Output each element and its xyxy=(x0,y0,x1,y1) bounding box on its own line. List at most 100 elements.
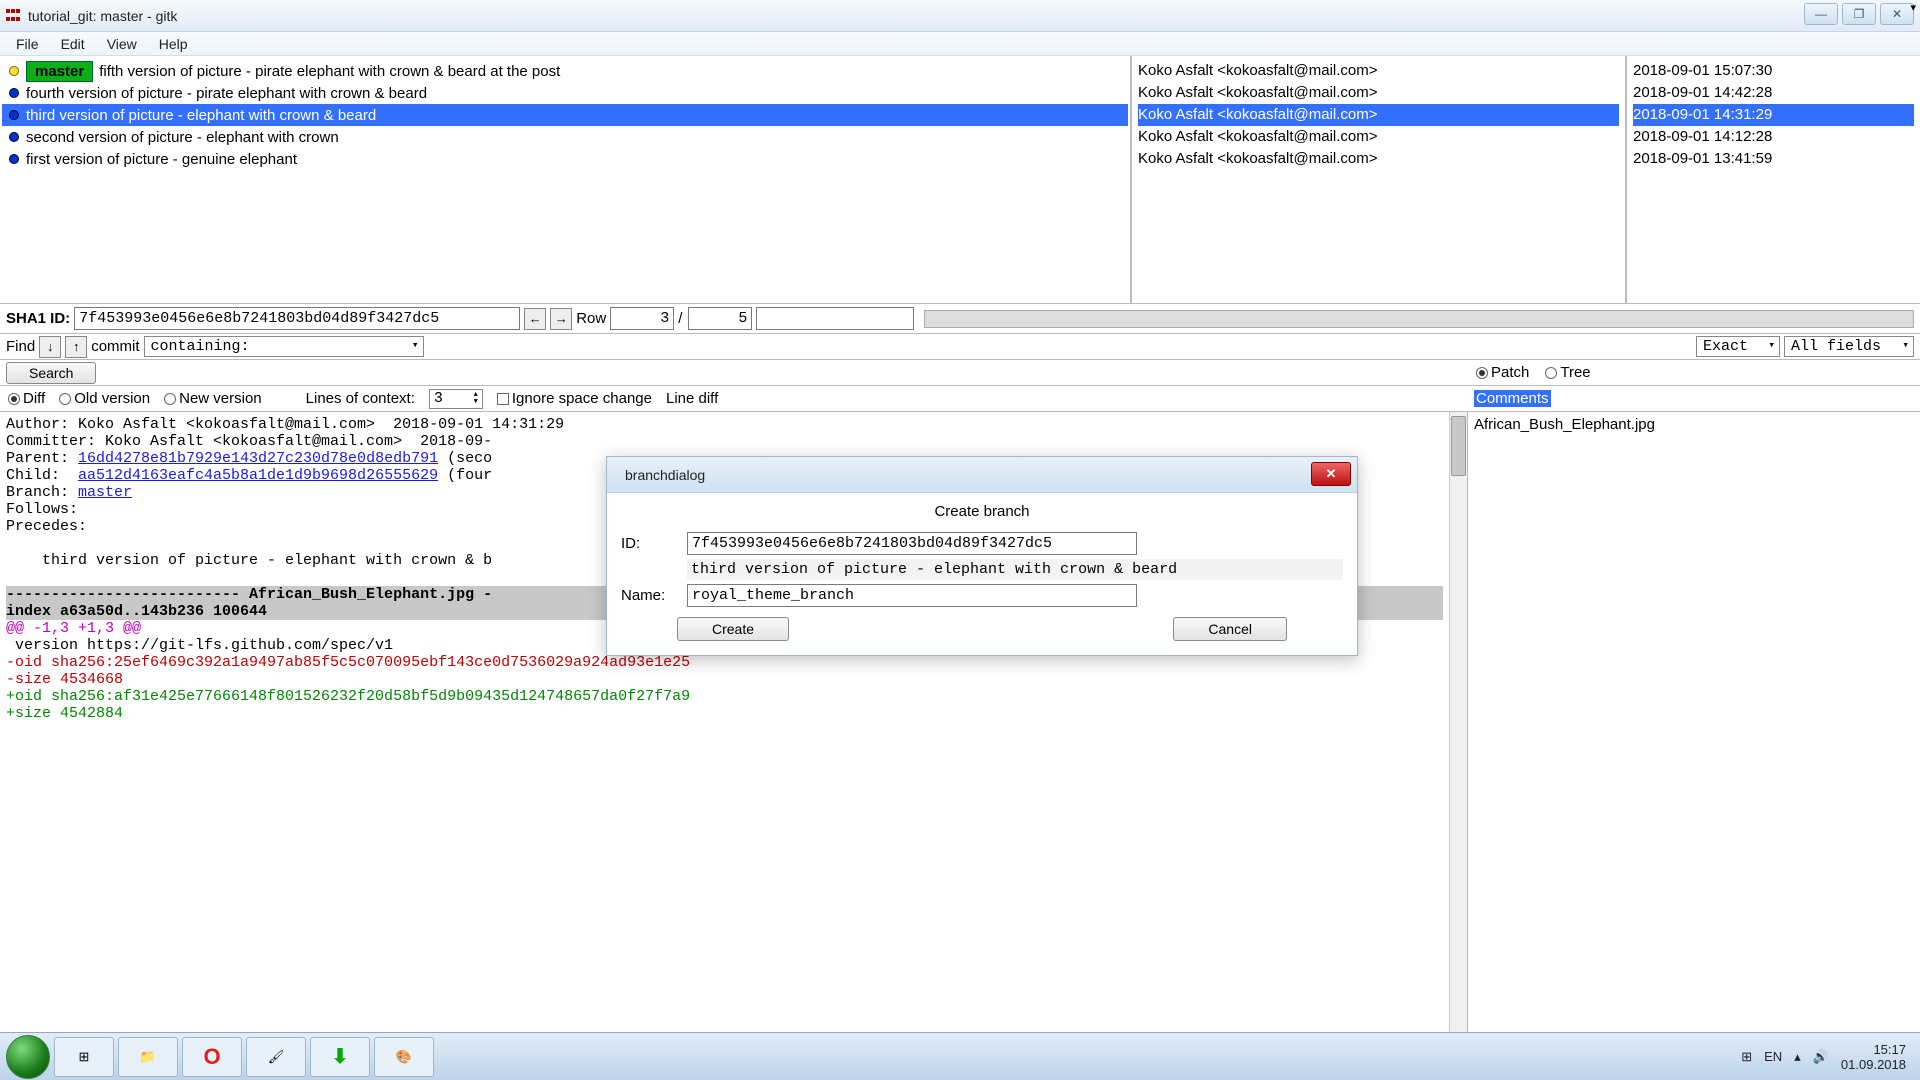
files-list[interactable]: African_Bush_Elephant.jpg xyxy=(1468,412,1920,437)
commit-date[interactable]: 2018-09-01 14:31:29 xyxy=(1633,104,1914,126)
sha-filler-bar xyxy=(924,310,1914,328)
radio-old-version[interactable]: Old version xyxy=(59,390,150,407)
parent-link[interactable]: 16dd4278e81b7929e143d27c230d78e0d8edb791 xyxy=(78,450,438,467)
row-label: Row xyxy=(576,310,606,327)
commit-date[interactable]: 2018-09-01 14:42:28 xyxy=(1633,82,1914,104)
tray-chevron-icon[interactable]: ▴ xyxy=(1794,1049,1801,1065)
find-next-button[interactable]: ↓ xyxy=(39,336,61,358)
context-spinner[interactable]: 3 ▲▼ xyxy=(429,389,483,409)
minimize-button[interactable]: — xyxy=(1804,3,1838,25)
tray-lang[interactable]: EN xyxy=(1764,1049,1782,1064)
titlebar: tutorial_git: master - gitk — ❐ ✕ xyxy=(0,0,1920,32)
commit-graph-pane[interactable]: masterfifth version of picture - pirate … xyxy=(0,56,1132,303)
file-item[interactable]: African_Bush_Elephant.jpg xyxy=(1474,416,1914,433)
commit-panes: masterfifth version of picture - pirate … xyxy=(0,56,1920,304)
commit-date[interactable]: 2018-09-01 15:07:30 xyxy=(1633,60,1914,82)
diff-vscroll[interactable] xyxy=(1449,412,1467,1048)
dialog-titlebar[interactable]: branchdialog ✕ xyxy=(607,457,1357,493)
maximize-button[interactable]: ❐ xyxy=(1842,3,1876,25)
tray-grid-icon[interactable]: ⊞ xyxy=(1741,1049,1752,1065)
radio-tree[interactable]: Tree xyxy=(1545,364,1590,381)
commit-author[interactable]: Koko Asfalt <kokoasfalt@mail.com> xyxy=(1138,104,1619,126)
tray-clock[interactable]: 15:17 01.09.2018 xyxy=(1841,1042,1906,1072)
tray-volume-icon[interactable]: 🔊 xyxy=(1813,1049,1829,1065)
prev-commit-button[interactable]: ← xyxy=(524,308,546,330)
find-prev-button[interactable]: ↑ xyxy=(65,336,87,358)
commit-row[interactable]: first version of picture - genuine eleph… xyxy=(2,148,1128,170)
commit-dot-icon xyxy=(9,110,19,120)
commit-author[interactable]: Koko Asfalt <kokoasfalt@mail.com> xyxy=(1138,82,1619,104)
dialog-id-label: ID: xyxy=(621,535,677,552)
commit-row[interactable]: second version of picture - elephant wit… xyxy=(2,126,1128,148)
commit-dot-icon xyxy=(9,132,19,142)
files-tabs: Patch Tree xyxy=(1468,360,1920,386)
commit-author-pane[interactable]: Koko Asfalt <kokoasfalt@mail.com>Koko As… xyxy=(1132,56,1627,303)
row-current-input[interactable] xyxy=(610,307,674,330)
commit-dot-icon xyxy=(9,88,19,98)
task-git-icon[interactable]: ⬇ xyxy=(310,1037,370,1077)
commit-author[interactable]: Koko Asfalt <kokoasfalt@mail.com> xyxy=(1138,60,1619,82)
search-button[interactable]: Search xyxy=(6,362,96,384)
commit-message: second version of picture - elephant wit… xyxy=(26,129,339,146)
files-pane: African_Bush_Elephant.jpg xyxy=(1468,412,1920,1048)
search-row: Search xyxy=(0,360,1468,386)
find-fields-combo[interactable]: All fields xyxy=(1784,336,1914,357)
line-diff-combo[interactable]: Line diff xyxy=(666,390,814,407)
dialog-close-button[interactable]: ✕ xyxy=(1311,462,1351,486)
menu-edit[interactable]: Edit xyxy=(51,34,95,54)
row-total-input[interactable] xyxy=(688,307,752,330)
sha-label: SHA1 ID: xyxy=(6,310,70,327)
dialog-name-label: Name: xyxy=(621,587,677,604)
dialog-title-text: branchdialog xyxy=(625,467,705,483)
menu-view[interactable]: View xyxy=(97,34,147,54)
context-label: Lines of context: xyxy=(306,390,415,407)
menu-help[interactable]: Help xyxy=(149,34,198,54)
dialog-id-input[interactable] xyxy=(687,532,1137,555)
branch-link[interactable]: master xyxy=(78,484,132,501)
commit-dot-icon xyxy=(9,66,19,76)
task-explorer-icon[interactable]: 📁 xyxy=(118,1037,178,1077)
check-ignore-space[interactable]: Ignore space change xyxy=(497,390,652,407)
radio-diff[interactable]: Diff xyxy=(8,390,45,407)
find-label: Find xyxy=(6,338,35,355)
commit-author[interactable]: Koko Asfalt <kokoasfalt@mail.com> xyxy=(1138,126,1619,148)
commit-author[interactable]: Koko Asfalt <kokoasfalt@mail.com> xyxy=(1138,148,1619,170)
commit-message: fourth version of picture - pirate eleph… xyxy=(26,85,427,102)
task-grid-icon[interactable]: ⊞ xyxy=(54,1037,114,1077)
child-link[interactable]: aa512d4163eafc4a5b8a1de1d9b9698d26555629 xyxy=(78,467,438,484)
window-controls: — ❐ ✕ xyxy=(1804,3,1914,25)
menu-file[interactable]: File xyxy=(6,34,49,54)
commit-date[interactable]: 2018-09-01 14:12:28 xyxy=(1633,126,1914,148)
gitk-icon xyxy=(6,8,22,24)
menubar: File Edit View Help xyxy=(0,32,1920,56)
commit-date[interactable]: 2018-09-01 13:41:59 xyxy=(1633,148,1914,170)
task-paint-icon[interactable]: 🎨 xyxy=(374,1037,434,1077)
row-extra-input[interactable] xyxy=(756,307,914,330)
task-editor-icon[interactable]: 🖌 xyxy=(246,1037,306,1077)
start-button[interactable] xyxy=(6,1035,50,1079)
commit-message: first version of picture - genuine eleph… xyxy=(26,151,297,168)
find-mode: commit xyxy=(91,338,139,355)
commit-row[interactable]: third version of picture - elephant with… xyxy=(2,104,1128,126)
commit-date-pane[interactable]: 2018-09-01 15:07:302018-09-01 14:42:2820… xyxy=(1627,56,1920,303)
next-commit-button[interactable]: → xyxy=(550,308,572,330)
row-sep: / xyxy=(678,310,682,327)
radio-new-version[interactable]: New version xyxy=(164,390,262,407)
sha-input[interactable] xyxy=(74,307,520,330)
dialog-name-input[interactable] xyxy=(687,584,1137,607)
radio-patch[interactable]: Patch xyxy=(1476,364,1529,381)
branch-dialog: branchdialog ✕ Create branch ID: third v… xyxy=(606,456,1358,656)
find-row: Find ↓ ↑ commit containing: Exact All fi… xyxy=(0,334,1920,360)
find-match-combo[interactable]: Exact xyxy=(1696,336,1780,357)
close-button[interactable]: ✕ xyxy=(1880,3,1914,25)
dialog-cancel-button[interactable]: Cancel xyxy=(1173,617,1287,641)
commit-row[interactable]: fourth version of picture - pirate eleph… xyxy=(2,82,1128,104)
gitk-icon xyxy=(615,467,621,482)
commit-row[interactable]: masterfifth version of picture - pirate … xyxy=(2,60,1128,82)
dialog-create-button[interactable]: Create xyxy=(677,617,789,641)
files-comments[interactable]: Comments xyxy=(1474,390,1551,407)
sha-row: SHA1 ID: ← → Row / xyxy=(0,304,1920,334)
task-opera-icon[interactable]: O xyxy=(182,1037,242,1077)
find-containing-combo[interactable]: containing: xyxy=(144,336,424,357)
commit-dot-icon xyxy=(9,154,19,164)
